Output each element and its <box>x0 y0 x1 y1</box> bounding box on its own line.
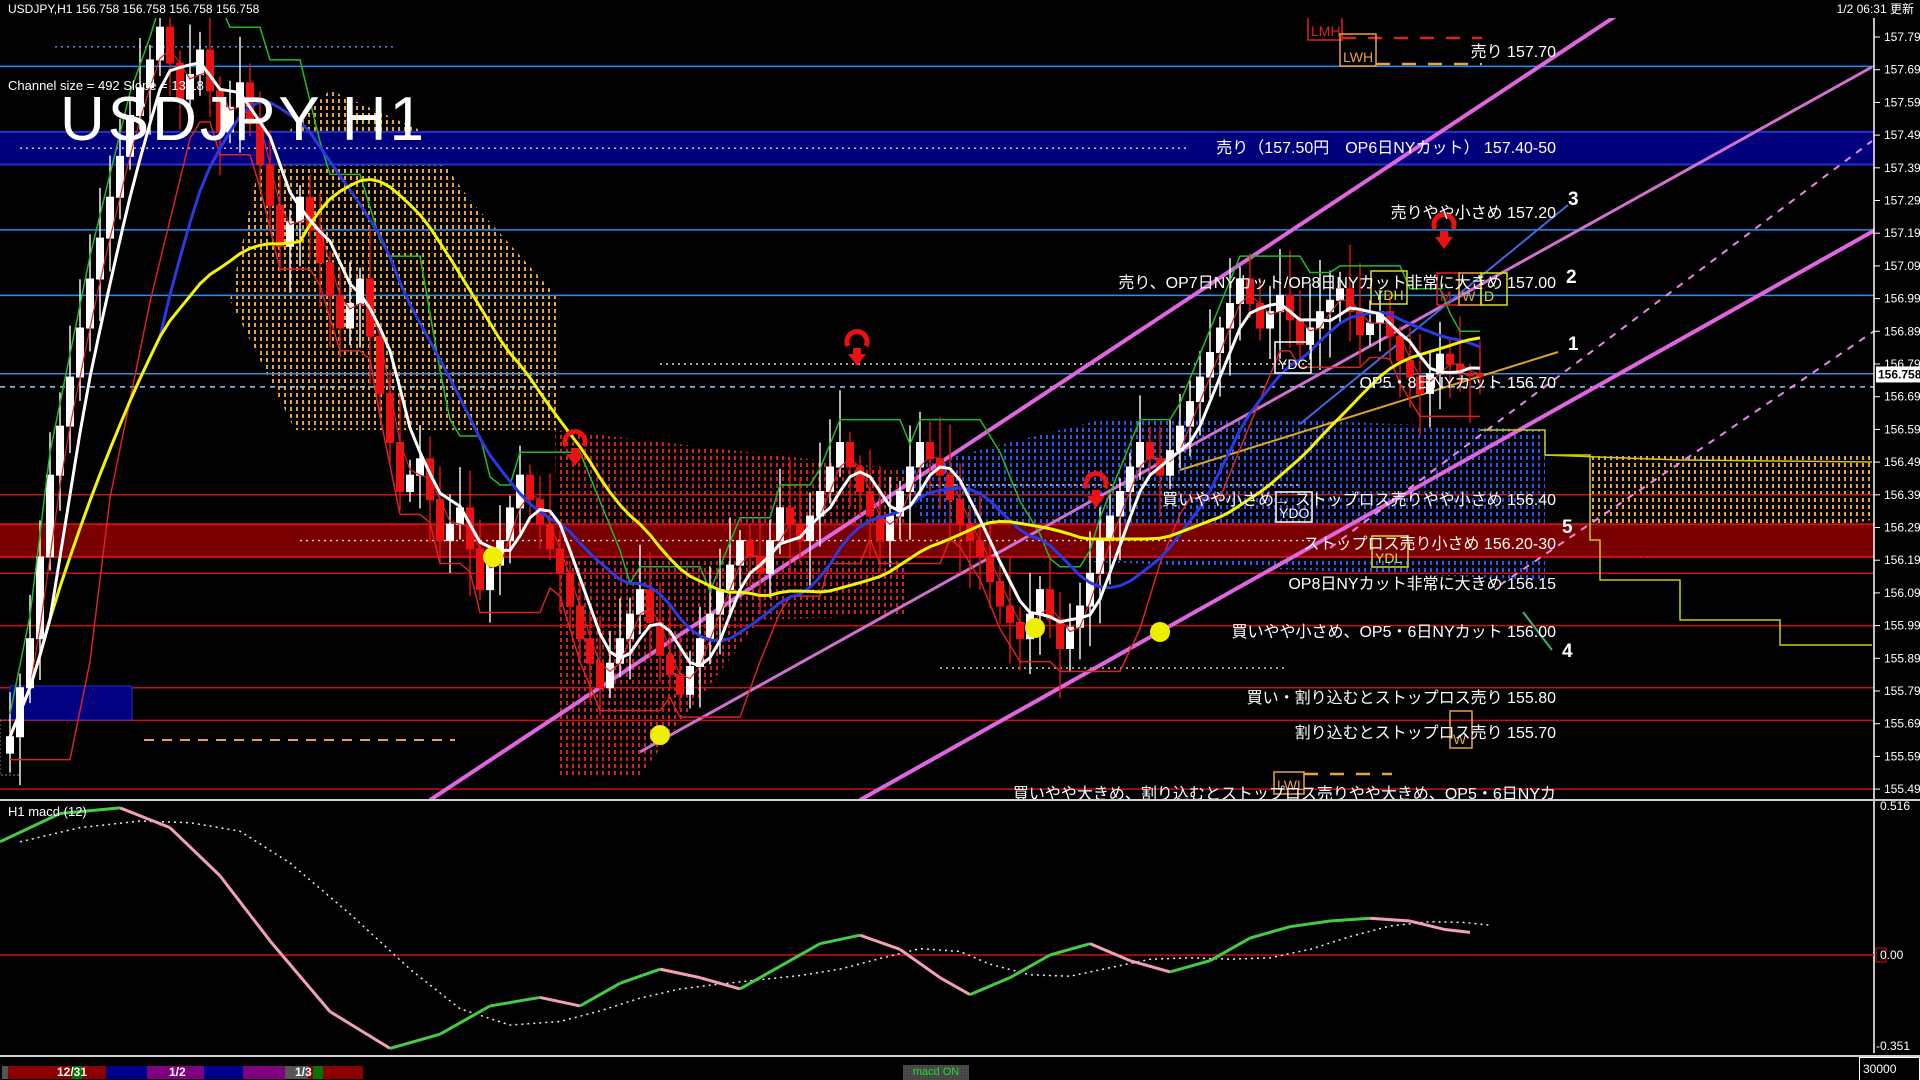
order-annotation: 売りやや小さめ 157.20 <box>1391 204 1556 222</box>
order-annotation: 割り込むとストップロス売り 155.70 <box>1295 724 1556 742</box>
price-axis-label: 155.590 <box>1884 749 1920 763</box>
price-axis-label: 156.190 <box>1884 553 1920 567</box>
price-axis-label: 157.790 <box>1884 30 1920 44</box>
buy-marker-icon <box>1025 618 1045 638</box>
buy-marker-icon <box>483 547 503 567</box>
last-update-timestamp: 1/2 06:31 更新 <box>1836 2 1914 16</box>
price-axis-label: 157.290 <box>1884 194 1920 208</box>
timeline-date-label: 12/31 <box>57 1065 88 1079</box>
wave-count-label: 2 <box>1566 267 1577 288</box>
timeline-segment <box>204 1066 243 1079</box>
wave-count-label: 1 <box>1568 334 1579 355</box>
order-annotation: 売り 157.70 <box>1471 43 1556 61</box>
price-axis-label: 156.090 <box>1884 586 1920 600</box>
trading-terminal: USDJPY,H1 156.758 156.758 156.758 156.75… <box>0 0 1920 1080</box>
order-annotation: ストップロス売り小さめ 156.20-30 <box>1303 535 1556 553</box>
pivot-label-text: LMH <box>1311 23 1341 39</box>
macd-max-label: 0.516 <box>1880 799 1910 813</box>
price-axis-label: 155.790 <box>1884 684 1920 698</box>
pivot-label-text: LWH <box>1343 49 1373 65</box>
macd-min-label: -0.351 <box>1876 1039 1910 1053</box>
timeline-segment <box>106 1066 147 1079</box>
current-price-text: 156.758 <box>1878 367 1920 381</box>
band-annotation: 売り（157.50円 OP6日NYカット） 157.40-50 <box>1216 139 1556 157</box>
timeline-date-label: 1/2 <box>169 1065 186 1079</box>
wave-count-label: 4 <box>1562 641 1573 662</box>
buy-marker-icon <box>650 725 670 745</box>
timeline-segment <box>243 1066 285 1079</box>
price-axis-label: 156.390 <box>1884 488 1920 502</box>
macd-toggle-button[interactable]: macd ON <box>903 1065 969 1080</box>
price-axis-label: 155.690 <box>1884 717 1920 731</box>
price-axis-label: 156.690 <box>1884 390 1920 404</box>
price-axis-label: 157.090 <box>1884 259 1920 273</box>
chart-header: USDJPY,H1 156.758 156.758 156.758 156.75… <box>0 0 1920 18</box>
order-annotation: 売り、OP7日NYカット/OP8日NYカット非常に大きめ 157.00 <box>1118 274 1556 292</box>
price-axis-label: 157.690 <box>1884 63 1920 77</box>
macd-pane-label: H1 macd (12) <box>8 804 87 819</box>
symbol-watermark: USDJPY H1 <box>60 85 427 154</box>
wave-count-label: 3 <box>1568 189 1579 210</box>
price-axis-label: 155.990 <box>1884 619 1920 633</box>
order-annotation: 買い・割り込むとストップロス売り 155.80 <box>1247 689 1556 707</box>
pivot-label-text: YDC <box>1278 356 1308 372</box>
price-axis-label: 156.290 <box>1884 521 1920 535</box>
price-axis-label: 155.490 <box>1884 782 1920 796</box>
price-axis-label: 156.490 <box>1884 455 1920 469</box>
price-axis-label: 155.890 <box>1884 651 1920 665</box>
price-axis-label: 156.890 <box>1884 324 1920 338</box>
price-axis-label: 156.590 <box>1884 422 1920 436</box>
order-annotation: 買いやや小さめ、OP5・6日NYカット 156.00 <box>1231 623 1556 641</box>
price-axis-label: 157.590 <box>1884 95 1920 109</box>
price-axis-label: 157.390 <box>1884 161 1920 175</box>
price-axis-label: 157.190 <box>1884 226 1920 240</box>
order-annotation: OP8日NYカット非常に大きめ 156.15 <box>1288 575 1556 593</box>
price-axis-label: 157.490 <box>1884 128 1920 142</box>
scale-value-box: 30000 <box>1859 1057 1920 1080</box>
timeline-bar[interactable]: macd ON 30000 12/31 1/2 1/3 <box>0 1055 1920 1080</box>
timeline-green-mark <box>313 1066 323 1079</box>
order-annotation: 買いやや小さめ→ ストップロス売りやや小さめ 156.40 <box>1162 491 1556 509</box>
wave-count-label: 5 <box>1562 517 1573 538</box>
timeline-date-label: 1/3 <box>295 1065 312 1079</box>
order-annotation: OP5・8日NYカット 156.70 <box>1359 375 1556 392</box>
buy-marker-icon <box>1150 622 1170 642</box>
price-axis-label: 156.990 <box>1884 292 1920 306</box>
price-chart-canvas[interactable]: LMHLWHYDH M W DYDCYDOYDLWLWL32154売り 157.70売… <box>0 0 1920 1080</box>
macd-zero-label: 0.00 <box>1880 948 1904 962</box>
symbol-ohlc-readout: USDJPY,H1 156.758 156.758 156.758 156.75… <box>8 2 260 16</box>
